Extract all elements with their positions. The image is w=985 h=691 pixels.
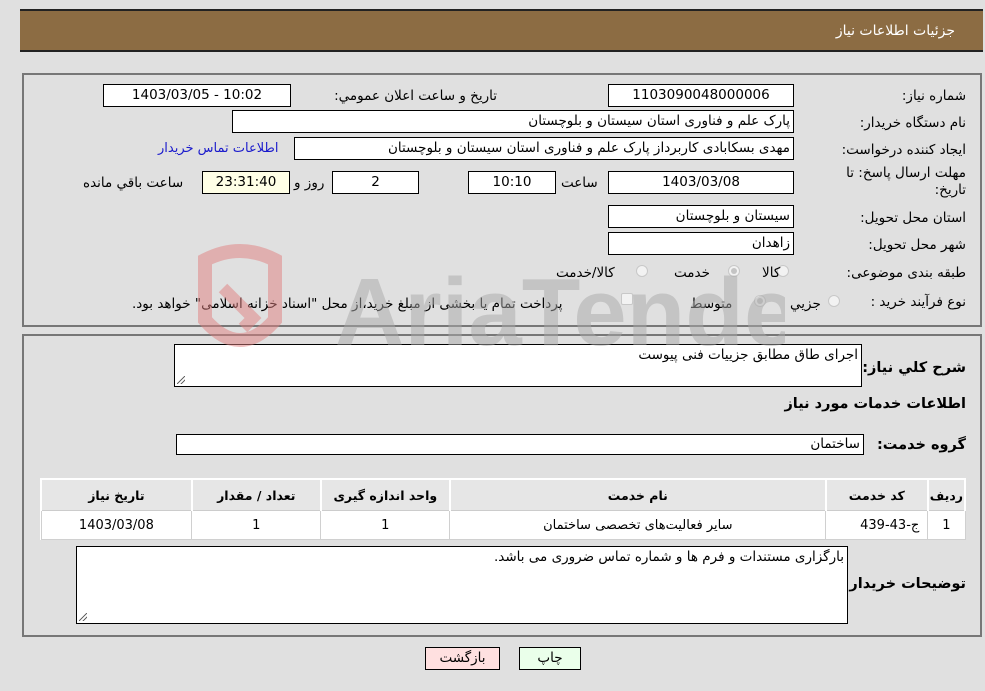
requester-label: ایجاد کننده درخواست:: [841, 142, 966, 158]
need-info-panel: شماره نیاز: 1103090048000006 تاريخ و ساع…: [22, 73, 982, 327]
treasury-checkbox[interactable]: [621, 293, 633, 305]
cell-need-date: 1403/03/08: [40, 510, 193, 540]
purchase-option-minor: جزيي: [790, 296, 821, 312]
deadline-date-field: 1403/03/08: [608, 171, 794, 194]
announce-datetime-field: 1403/03/05 - 10:02: [103, 84, 291, 107]
cell-quantity: 1: [191, 510, 322, 540]
page-header: جزئیات اطلاعات نیاز: [20, 9, 983, 52]
service-group-label: گروه خدمت:: [876, 437, 966, 453]
deadline-time-label: ساعت: [561, 175, 598, 191]
remaining-time-label: ساعت باقي مانده: [83, 175, 184, 191]
treasury-note: پرداخت تمام یا بخشی از مبلغ خرید،از محل …: [132, 296, 563, 312]
delivery-city-field: زاهدان: [608, 232, 794, 255]
buyer-contact-link[interactable]: اطلاعات تماس خریدار: [158, 141, 278, 156]
need-details-panel: شرح کلي نیاز: اجرای طاق مطابق جزییات فنی…: [22, 334, 982, 637]
col-code-header: کد خدمت: [824, 478, 929, 511]
category-radio-goods-service[interactable]: [636, 265, 648, 277]
col-unit-header: واحد اندازه گیری: [319, 478, 451, 511]
deadline-label-line2: تاریخ:: [934, 182, 966, 198]
delivery-province-field: سیستان و بلوچستان: [608, 205, 794, 228]
col-row-header: ردیف: [926, 478, 967, 511]
buyer-notes-label: توضیحات خریدار:: [843, 576, 966, 592]
table-row: 1 ج-43-439 سایر فعالیت‌های تخصصی ساختمان…: [40, 510, 966, 540]
category-option-goods: کالا: [762, 265, 781, 281]
cell-service-name: سایر فعالیت‌های تخصصی ساختمان: [449, 510, 827, 540]
announce-datetime-label: تاريخ و ساعت اعلان عمومي:: [334, 88, 497, 104]
buyer-org-field: پارک علم و فناوری استان سیستان و بلوچستا…: [232, 110, 794, 133]
purchase-option-medium: متوسط: [690, 296, 733, 312]
page-title: جزئیات اطلاعات نیاز: [835, 23, 955, 39]
days-label: روز و: [294, 175, 325, 191]
category-option-goods-service: کالا/خدمت: [556, 265, 615, 281]
remaining-time-field: 23:31:40: [202, 171, 290, 194]
category-radio-service[interactable]: [728, 265, 740, 277]
remaining-days-field: 2: [332, 171, 419, 194]
delivery-city-label: شهر محل تحویل:: [868, 237, 966, 253]
cell-service-code: ج-43-439: [825, 510, 929, 540]
resize-handle-icon[interactable]: [177, 376, 185, 384]
cell-unit: 1: [320, 510, 451, 540]
resize-handle-icon[interactable]: [79, 613, 87, 621]
deadline-time-field: 10:10: [468, 171, 556, 194]
purchase-type-label: نوع فرآیند خرید :: [870, 294, 966, 310]
buyer-notes-textarea[interactable]: بارگزاری مستندات و فرم ها و شماره تماس ض…: [76, 546, 848, 624]
service-group-field: ساختمان: [176, 434, 864, 455]
category-label: طبقه بندی موضوعی:: [846, 265, 966, 281]
description-textarea[interactable]: اجرای طاق مطابق جزییات فنی پیوست: [174, 344, 862, 387]
col-name-header: نام خدمت: [448, 478, 827, 511]
col-date-header: تاریخ نیاز: [40, 478, 193, 511]
delivery-province-label: استان محل تحویل:: [860, 210, 966, 226]
buyer-notes-text: بارگزاری مستندات و فرم ها و شماره تماس ض…: [493, 549, 844, 565]
description-label: شرح کلي نیاز:: [862, 360, 966, 376]
table-header-row: ردیف کد خدمت نام خدمت واحد اندازه گیری ت…: [40, 478, 967, 511]
requester-field: مهدی بسکابادی کاربرداز پارک علم و فناوری…: [294, 137, 794, 160]
need-number-field: 1103090048000006: [608, 84, 794, 107]
services-section-title: اطلاعات خدمات مورد نیاز: [784, 396, 966, 412]
category-option-service: خدمت: [674, 265, 710, 281]
back-button[interactable]: بازگشت: [425, 647, 500, 670]
purchase-radio-minor[interactable]: [828, 295, 840, 307]
cell-row-number: 1: [927, 510, 966, 540]
services-table: ردیف کد خدمت نام خدمت واحد اندازه گیری ت…: [40, 478, 967, 540]
deadline-label: مهلت ارسال پاسخ: تا: [846, 165, 966, 181]
need-number-label: شماره نیاز:: [901, 88, 966, 104]
buyer-org-label: نام دستگاه خریدار:: [859, 115, 966, 131]
purchase-radio-medium[interactable]: [754, 295, 766, 307]
description-text: اجرای طاق مطابق جزییات فنی پیوست: [638, 347, 858, 363]
print-button[interactable]: چاپ: [519, 647, 581, 670]
col-qty-header: تعداد / مقدار: [190, 478, 322, 511]
